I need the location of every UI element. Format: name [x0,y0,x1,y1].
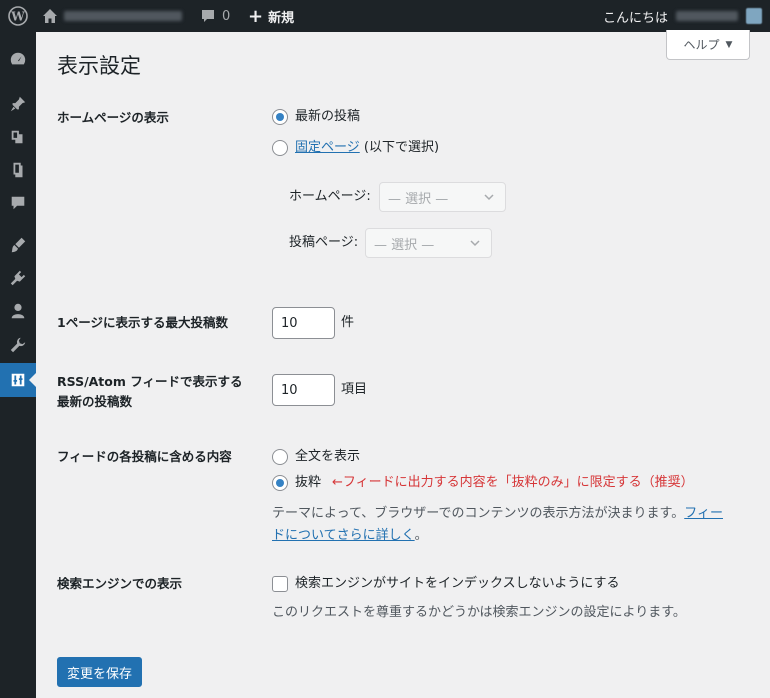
full-text-radio[interactable] [272,449,288,465]
dashboard-icon[interactable] [0,42,36,76]
save-changes-button[interactable]: 変更を保存 [57,657,142,687]
comments-link[interactable]: 0 [200,0,230,32]
discourage-search-label[interactable]: 検索エンジンがサイトをインデックスしないようにする [295,575,619,593]
caret-down-icon: ▼ [725,39,733,50]
posts-page-select-value: — 選択 — [374,237,435,253]
new-content-menu[interactable]: + 新規 [248,0,294,32]
svg-text:W: W [10,10,25,24]
account-menu[interactable]: こんにちは [603,0,770,32]
site-name[interactable] [64,0,182,32]
admin-sidebar [0,32,36,698]
tools-wrench-icon[interactable] [0,328,36,362]
full-text-label: 全文を表示 [295,449,361,464]
chevron-down-icon [484,194,494,201]
excerpt-annotation: ←フィードに出力する内容を「抜粋のみ」に限定する（推奨） [332,475,694,490]
avatar [746,8,762,24]
posts-per-page-unit: 件 [341,315,355,330]
help-label: ヘルプ [683,38,720,52]
rss-items-unit: 項目 [341,382,368,397]
pages-icon[interactable] [0,153,36,187]
admin-bar: W 0 + 新規 こんにちは [0,0,770,32]
feed-description-text: テーマによって、ブラウザーでのコンテンツの表示方法が決まります。 [272,506,685,521]
wordpress-logo-icon[interactable]: W [6,0,30,32]
excerpt-radio[interactable] [272,475,288,491]
users-icon[interactable] [0,294,36,328]
posts-per-page-heading: 1ページに表示する最大投稿数 [57,315,228,330]
latest-posts-radio[interactable] [272,109,288,125]
search-engine-heading: 検索エンジンでの表示 [57,576,183,591]
feed-description-end: 。 [414,528,428,543]
rss-heading-line1: RSS/Atom フィードで表示する [57,374,243,389]
search-engine-description: このリクエストを尊重するかどうかは検索エンジンの設定によります。 [272,605,686,620]
comment-count: 0 [222,8,231,24]
homepage-display-heading: ホームページの表示 [57,110,169,125]
posts-page-select[interactable]: — 選択 — [365,228,492,258]
chevron-down-icon [470,240,480,247]
appearance-brush-icon[interactable] [0,228,36,262]
plus-icon: + [248,5,264,27]
feed-learn-more-link-part2[interactable]: ドについてさらに詳しく [272,528,415,543]
posts-page-select-label: 投稿ページ: [289,235,359,250]
greeting-label: こんにちは [602,10,668,26]
page-title: 表示設定 [57,54,141,78]
feed-content-heading: フィードの各投稿に含める内容 [57,449,232,464]
discourage-search-checkbox[interactable] [272,576,288,592]
homepage-select-value: — 選択 — [388,191,449,207]
latest-posts-label: 最新の投稿 [295,109,361,124]
comment-bubble-icon [202,10,214,22]
posts-per-page-input[interactable]: 10 [272,307,335,339]
homepage-select-label: ホームページ: [289,189,371,204]
static-page-option: 固定ページ (以下で選択) [295,139,439,157]
posts-pin-icon[interactable] [0,87,36,121]
static-page-link[interactable]: 固定ページ [295,140,360,155]
rss-items-input[interactable]: 10 [272,374,335,406]
home-icon[interactable] [42,0,58,32]
media-icon[interactable] [0,120,36,154]
comments-icon[interactable] [0,186,36,220]
excerpt-label: 抜粋 [295,475,322,490]
feed-learn-more-link-part1[interactable]: フィー [684,506,723,521]
static-page-suffix: (以下で選択) [359,140,440,155]
rss-heading-line2: 最新の投稿数 [57,394,133,409]
help-tab-button[interactable]: ヘルプ ▼ [666,30,750,60]
homepage-select[interactable]: — 選択 — [379,182,506,212]
new-label: 新規 [268,10,295,26]
settings-icon[interactable] [0,363,36,397]
feed-description: テーマによって、ブラウザーでのコンテンツの表示方法が決まります。フィードについて… [272,503,742,547]
plugins-icon[interactable] [0,261,36,295]
static-page-radio[interactable] [272,140,288,156]
rss-heading: RSS/Atom フィードで表示する 最新の投稿数 [57,372,243,412]
